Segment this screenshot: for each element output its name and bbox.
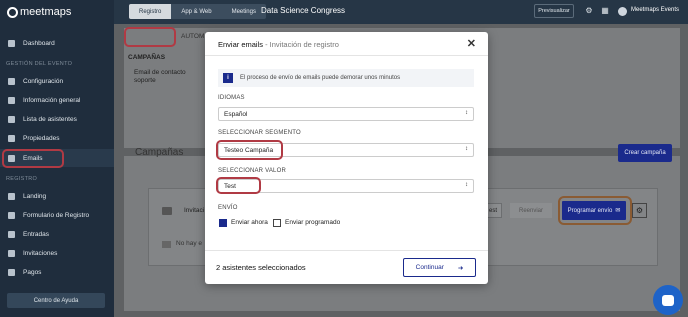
empty-state-label: No hay e — [176, 240, 203, 247]
mail-icon: ✉ — [615, 208, 621, 214]
send-now-label[interactable]: Enviar ahora — [231, 219, 268, 226]
tab-registro[interactable]: Registro — [129, 4, 172, 19]
language-label: IDIOMAS — [218, 95, 245, 101]
tab-campanas[interactable]: CAMPAÑAS — [128, 54, 165, 61]
segment-label: SELECCIONAR SEGMENTO — [218, 130, 301, 136]
topbar: Registro App & Web Meetings Data Science… — [114, 0, 688, 24]
invitation-label: Invitaci — [184, 207, 205, 214]
sidebar-item-landing[interactable]: Landing — [0, 187, 114, 205]
segment-highlight — [216, 140, 283, 160]
sidebar-item-propiedades[interactable]: Propiedades — [0, 129, 114, 147]
event-title: Data Science Congress — [261, 6, 346, 15]
value-label: SELECCIONAR VALOR — [218, 168, 286, 174]
form-icon — [8, 211, 15, 219]
invitation-icon — [162, 207, 172, 215]
info-banner: i El proceso de envío de emails puede dem… — [218, 69, 474, 87]
resend-button[interactable]: Reenviar — [510, 203, 552, 218]
sidebar-item-pagos[interactable]: Pagos — [0, 263, 114, 281]
sidebar-item-informacion[interactable]: Información general — [0, 91, 114, 109]
schedule-send-button[interactable]: Programar envío ✉ — [562, 201, 626, 220]
modal-divider — [205, 55, 488, 56]
campanas-highlight — [124, 27, 176, 47]
meetmaps-logo[interactable]: meetmaps — [7, 6, 71, 18]
create-campaign-button[interactable]: Crear campaña — [618, 144, 672, 162]
invitation-icon — [8, 249, 15, 257]
sidebar-item-invitaciones[interactable]: Invitaciones — [0, 244, 114, 262]
close-icon[interactable]: ✕ — [467, 37, 476, 50]
sidebar-item-dashboard[interactable]: Dashboard — [0, 34, 114, 52]
campaigns-title: Campañas — [135, 147, 184, 158]
avatar[interactable] — [618, 7, 627, 16]
dashboard-icon — [8, 39, 15, 47]
value-highlight — [216, 177, 261, 194]
support-email-label: Email de contacto soporte — [134, 69, 186, 84]
help-center-button[interactable]: Centro de Ayuda — [7, 293, 105, 308]
sidebar-item-configuracion[interactable]: Configuración — [0, 72, 114, 90]
send-label: ENVÍO — [218, 205, 238, 211]
chevron-updown-icon: ↕ — [465, 182, 468, 188]
info-icon: i — [223, 73, 233, 83]
sidebar: meetmaps Dashboard GESTIÓN DEL EVENTO Co… — [0, 0, 114, 317]
send-emails-modal: Enviar emails - Invitación de registro ✕… — [205, 32, 488, 284]
payment-icon — [8, 268, 15, 276]
sidebar-section-event: GESTIÓN DEL EVENTO — [6, 61, 73, 67]
tab-automaticos[interactable]: AUTOM — [181, 33, 204, 40]
chevron-updown-icon: ↕ — [465, 146, 468, 152]
user-name[interactable]: Meetmaps Events — [631, 7, 679, 13]
arrow-right-icon: ➜ — [457, 264, 464, 272]
language-select[interactable]: Español ↕ — [218, 107, 474, 121]
users-icon — [8, 115, 15, 123]
sidebar-item-formulario[interactable]: Formulario de Registro — [0, 206, 114, 224]
bell-icon[interactable]: ⚙ — [585, 7, 593, 15]
modal-footer-divider — [205, 250, 488, 251]
top-tabs: Registro App & Web Meetings — [129, 4, 266, 19]
ticket-icon — [8, 230, 15, 238]
sidebar-item-asistentes[interactable]: Lista de asistentes — [0, 110, 114, 128]
empty-mail-icon — [162, 241, 171, 248]
gear-icon — [8, 77, 15, 85]
info-icon — [8, 96, 15, 104]
gear-icon[interactable]: ⚙ — [632, 203, 647, 218]
send-now-radio[interactable] — [219, 219, 227, 227]
chevron-updown-icon: ↕ — [465, 110, 468, 116]
emails-highlight — [2, 149, 64, 168]
sidebar-item-entradas[interactable]: Entradas — [0, 225, 114, 243]
logo-icon — [7, 6, 18, 18]
chat-icon — [662, 294, 674, 306]
tab-meetings[interactable]: Meetings — [222, 4, 266, 19]
sidebar-section-registro: REGISTRO — [6, 176, 38, 182]
grid-icon[interactable]: ▦ — [601, 7, 609, 15]
tab-app-web[interactable]: App & Web — [171, 4, 221, 19]
landing-icon — [8, 192, 15, 200]
preview-button[interactable]: Previsualizar — [534, 4, 574, 18]
list-icon — [8, 134, 15, 142]
send-scheduled-label[interactable]: Enviar programado — [285, 219, 340, 226]
continue-button[interactable]: Continuar ➜ — [403, 258, 476, 277]
selected-count: 2 asistentes seleccionados — [216, 263, 306, 272]
chat-widget-button[interactable] — [653, 285, 683, 315]
send-scheduled-radio[interactable] — [273, 219, 281, 227]
modal-title: Enviar emails - Invitación de registro — [218, 40, 339, 49]
